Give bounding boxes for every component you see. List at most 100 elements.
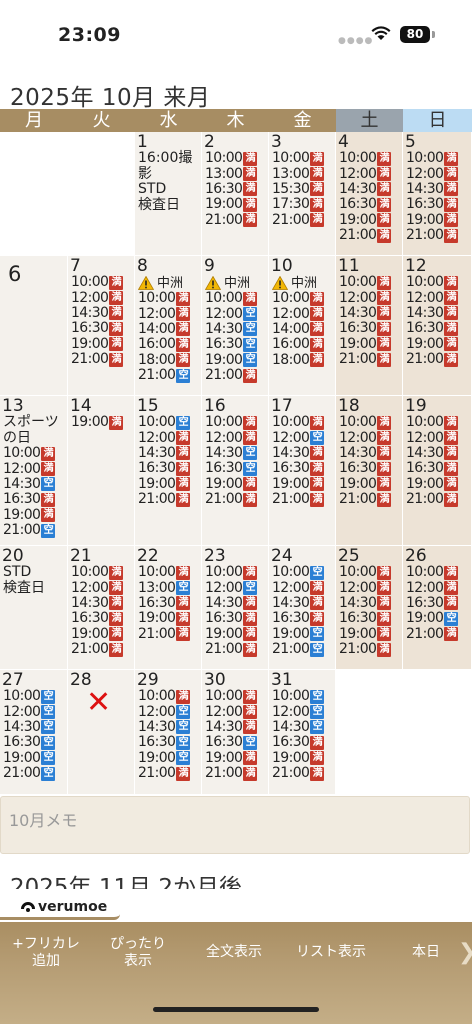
time-slot[interactable]: 21:00 満: [406, 228, 471, 243]
chevron-right-icon[interactable]: ❯: [458, 940, 472, 965]
time-slot[interactable]: 12:00 空: [3, 704, 67, 720]
time-slot[interactable]: 16:30 満: [406, 461, 471, 476]
time-slot[interactable]: 21:00 満: [339, 642, 402, 657]
time-slot[interactable]: 12:00 満: [71, 580, 134, 596]
day-cell-27[interactable]: 27 10:00 空 12:00 空 14:30 空 16:30 空 19:00 空 21:00 空: [0, 670, 68, 795]
time-slot[interactable]: 12:00 満: [406, 580, 471, 596]
time-slot[interactable]: 19:00 空: [138, 750, 201, 766]
time-slot[interactable]: 21:00 満: [406, 626, 471, 642]
day-cell-20[interactable]: 20 STD 検査日: [0, 546, 68, 670]
time-slot[interactable]: 10:00 満: [406, 565, 471, 580]
time-slot[interactable]: 12:00 空: [138, 704, 201, 720]
time-slot[interactable]: 16:30 満: [3, 492, 67, 507]
day-cell-2[interactable]: 2 10:00 満 13:00 満 16:30 満 19:00 満 21:00 満: [202, 132, 269, 256]
day-cell-10[interactable]: 10 中洲 10:00 満 12:00 満 14:00 満 16:00 満 18:00 満: [269, 256, 336, 396]
fit-view-button[interactable]: ぴったり 表示: [96, 936, 180, 970]
time-slot[interactable]: 10:00 満: [339, 565, 402, 580]
time-slot[interactable]: 21:00 満: [272, 766, 335, 781]
time-slot[interactable]: 14:30 満: [339, 445, 402, 461]
time-slot[interactable]: 14:30 満: [272, 445, 335, 461]
time-slot[interactable]: 16:30 満: [138, 461, 201, 476]
time-slot[interactable]: 16:30 満: [272, 611, 335, 626]
time-slot[interactable]: 21:00 満: [339, 352, 402, 367]
time-slot[interactable]: 16:30 空: [205, 461, 268, 476]
today-button[interactable]: 本日: [396, 944, 456, 961]
time-slot[interactable]: 21:00 満: [138, 626, 201, 642]
time-slot[interactable]: 16:30 満: [272, 735, 335, 750]
time-slot[interactable]: 16:30 満: [339, 611, 402, 626]
time-slot[interactable]: 19:00 満: [339, 476, 402, 492]
time-slot[interactable]: 13:00 満: [205, 166, 268, 182]
time-slot[interactable]: 16:30 空: [205, 735, 268, 750]
time-slot[interactable]: 10:00 空: [138, 415, 201, 430]
day-cell-30[interactable]: 30 10:00 満 12:00 満 14:30 満 16:30 空 19:00 満 21:00 満: [202, 670, 269, 795]
time-slot[interactable]: 12:00 空: [272, 704, 335, 720]
full-text-button[interactable]: 全文表示: [192, 944, 276, 961]
time-slot[interactable]: 19:00 空: [272, 626, 335, 642]
time-slot[interactable]: 14:30 満: [406, 305, 471, 321]
time-slot[interactable]: 21:00 満: [138, 492, 201, 507]
time-slot[interactable]: 16:30 満: [205, 611, 268, 626]
time-slot[interactable]: 16:30 満: [138, 595, 201, 611]
time-slot[interactable]: 12:00 満: [71, 290, 134, 306]
month-memo[interactable]: 10月メモ: [0, 796, 470, 854]
time-slot[interactable]: 14:30 満: [71, 305, 134, 321]
time-slot[interactable]: 19:00 満: [205, 626, 268, 642]
time-slot[interactable]: 12:00 満: [339, 430, 402, 446]
day-cell-6[interactable]: 6: [0, 256, 68, 396]
time-slot[interactable]: 19:00 満: [205, 750, 268, 766]
time-slot[interactable]: 12:00 満: [272, 580, 335, 596]
day-cell-12[interactable]: 12 10:00 満 12:00 満 14:30 満 16:30 満 19:00 満 21:00 満: [403, 256, 472, 396]
time-slot[interactable]: 14:30 空: [272, 719, 335, 735]
time-slot[interactable]: 21:00 満: [138, 766, 201, 781]
time-slot[interactable]: 12:00 満: [138, 430, 201, 446]
time-slot[interactable]: 14:30 空: [205, 321, 268, 337]
time-slot[interactable]: 10:00 満: [3, 446, 67, 461]
day-cell-3[interactable]: 3 10:00 満 13:00 満 15:30 満 17:30 満 21:00 満: [269, 132, 336, 256]
time-slot[interactable]: 16:00 満: [138, 337, 201, 352]
time-slot[interactable]: 16:30 満: [71, 611, 134, 626]
time-slot[interactable]: 14:30 満: [339, 305, 402, 321]
time-slot[interactable]: 21:00 満: [272, 212, 335, 228]
time-slot[interactable]: 14:00 満: [272, 321, 335, 337]
time-slot[interactable]: 14:30 満: [406, 181, 471, 197]
time-slot[interactable]: 10:00 空: [272, 565, 335, 580]
time-slot[interactable]: 10:00 満: [71, 275, 134, 290]
day-cell-11[interactable]: 11 10:00 満 12:00 満 14:30 満 16:30 満 19:00 満 21:00 満: [336, 256, 403, 396]
day-cell-13[interactable]: 13 スポーツ の日 10:00 満 12:00 満 14:30 空 16:30 満 19:00 満 21…: [0, 396, 68, 546]
time-slot[interactable]: 18:00 満: [272, 352, 335, 368]
time-slot[interactable]: 10:00 満: [71, 565, 134, 580]
time-slot[interactable]: 10:00 満: [406, 415, 471, 430]
time-slot[interactable]: 21:00 満: [205, 642, 268, 657]
time-slot[interactable]: 10:00 満: [205, 415, 268, 430]
time-slot[interactable]: 19:00 満: [71, 626, 134, 642]
day-cell-15[interactable]: 15 10:00 空 12:00 満 14:30 満 16:30 満 19:00 満 21:00 満: [135, 396, 202, 546]
time-slot[interactable]: 12:00 空: [205, 306, 268, 322]
time-slot[interactable]: 18:00 満: [138, 352, 201, 368]
time-slot[interactable]: 14:30 空: [205, 445, 268, 461]
time-slot[interactable]: 14:30 空: [3, 476, 67, 492]
time-slot[interactable]: 14:30 満: [71, 595, 134, 611]
time-slot[interactable]: 21:00 満: [339, 492, 402, 507]
time-slot[interactable]: 16:30 満: [406, 321, 471, 336]
time-slot[interactable]: 16:30 満: [205, 181, 268, 197]
time-slot[interactable]: 19:00 満: [406, 336, 471, 352]
time-slot[interactable]: 19:00 満: [3, 507, 67, 523]
time-slot[interactable]: 15:30 満: [272, 181, 335, 197]
day-cell-25[interactable]: 25 10:00 満 12:00 満 14:30 満 16:30 満 19:00 満 21:00 満: [336, 546, 403, 670]
time-slot[interactable]: 12:00 満: [3, 461, 67, 477]
time-slot[interactable]: 14:30 満: [205, 719, 268, 735]
time-slot[interactable]: 10:00 満: [205, 565, 268, 580]
time-slot[interactable]: 19:00 満: [406, 212, 471, 228]
time-slot[interactable]: 16:00 満: [272, 337, 335, 352]
time-slot[interactable]: 16:30 空: [205, 337, 268, 352]
day-cell-16[interactable]: 16 10:00 満 12:00 満 14:30 空 16:30 空 19:00 満 21:00 満: [202, 396, 269, 546]
time-slot[interactable]: 12:00 満: [339, 290, 402, 306]
time-slot[interactable]: 10:00 満: [138, 291, 201, 306]
time-slot[interactable]: 12:00 満: [406, 290, 471, 306]
time-slot[interactable]: 19:00 満: [339, 626, 402, 642]
time-slot[interactable]: 19:00 満: [406, 476, 471, 492]
time-slot[interactable]: 14:30 満: [138, 445, 201, 461]
time-slot[interactable]: 21:00 満: [205, 212, 268, 228]
day-cell-1[interactable]: 1 16:00撮影 STD 検査日: [135, 132, 202, 256]
